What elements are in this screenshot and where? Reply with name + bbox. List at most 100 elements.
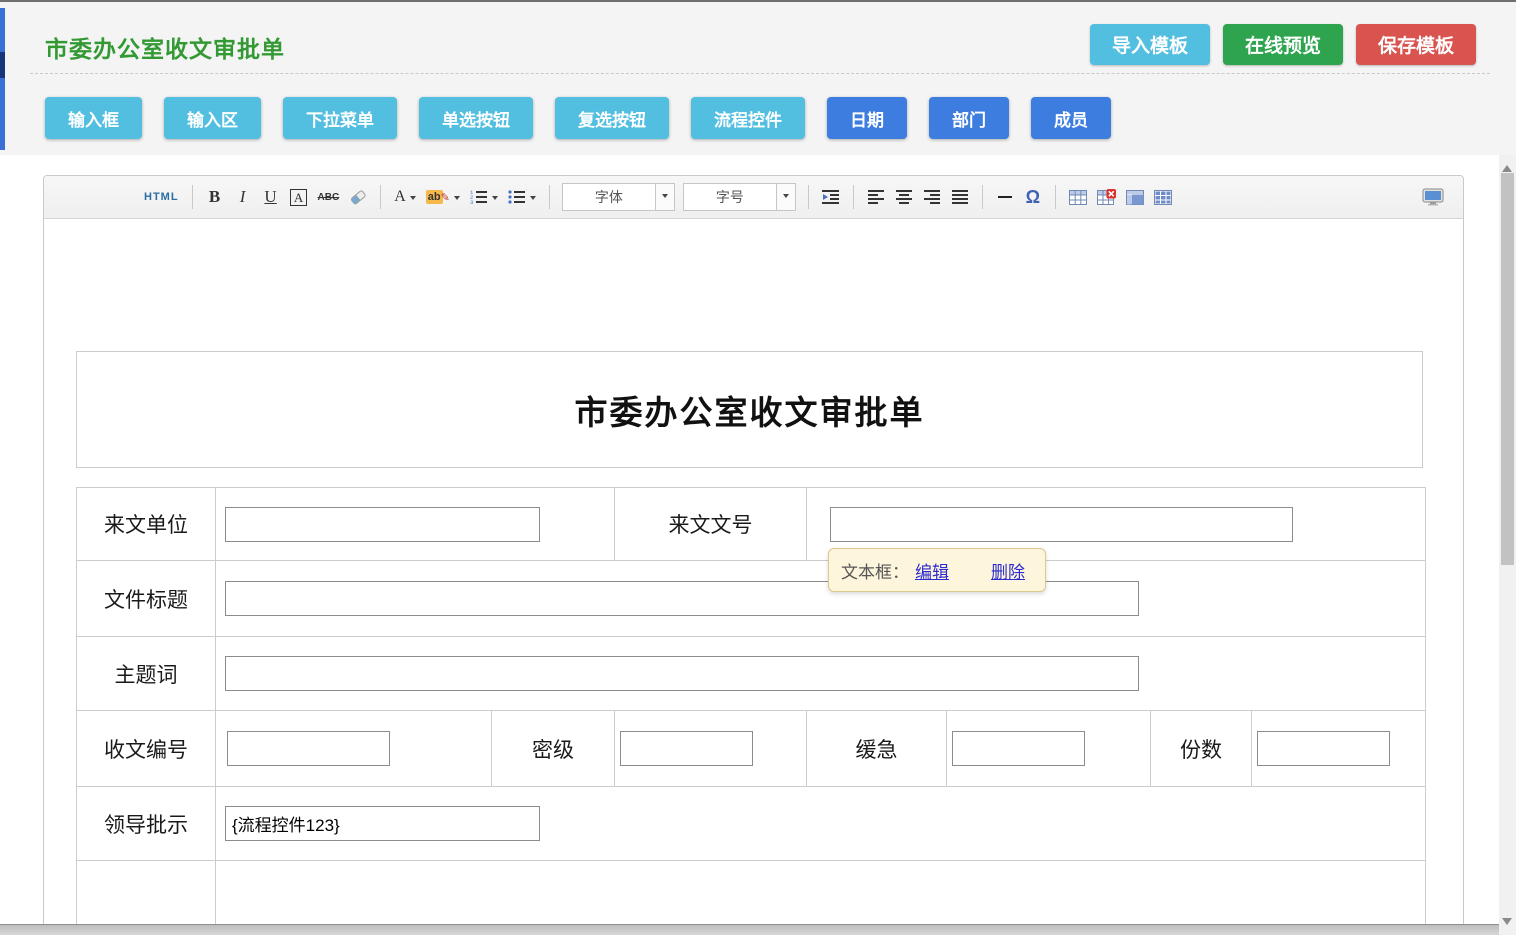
- toolbar-separator: [1055, 185, 1056, 209]
- leader-comments-label: 领导批示: [77, 787, 216, 861]
- font-family-value: 字体: [563, 184, 655, 210]
- form-title: 市委办公室收文审批单: [575, 386, 925, 434]
- underline-icon: U: [264, 187, 276, 207]
- delete-table-button[interactable]: [1095, 184, 1118, 210]
- urgency-input[interactable]: [952, 731, 1085, 766]
- edit-widget-link[interactable]: 编辑: [915, 558, 949, 583]
- full-table-button[interactable]: [1152, 184, 1174, 210]
- table-row: 领导批示: [77, 787, 1426, 861]
- editor-toolbar: HTML B I U A ABC A: [44, 176, 1463, 219]
- align-center-button[interactable]: [893, 184, 915, 210]
- align-left-button[interactable]: [865, 184, 887, 210]
- ordered-list-icon: 123: [470, 189, 488, 205]
- remove-format-button[interactable]: [347, 184, 369, 210]
- doc-title-label: 文件标题: [77, 561, 216, 637]
- font-style-button[interactable]: A: [288, 184, 310, 210]
- copies-input[interactable]: [1257, 731, 1390, 766]
- security-level-input[interactable]: [620, 731, 753, 766]
- header-actions: 导入模板 在线预览 保存模板: [1090, 24, 1476, 65]
- font-color-button[interactable]: A: [392, 184, 418, 210]
- svg-text:3: 3: [470, 199, 473, 205]
- dropdown-arrow[interactable]: [776, 184, 795, 210]
- table-row: 主题词: [77, 637, 1426, 711]
- table-row: 文件标题: [77, 561, 1426, 637]
- full-table-icon: [1154, 190, 1172, 205]
- richtext-editor: HTML B I U A ABC A: [43, 175, 1464, 935]
- dropdown-arrow[interactable]: [655, 184, 674, 210]
- table-cell-properties-icon: [1126, 190, 1144, 205]
- online-preview-button[interactable]: 在线预览: [1223, 24, 1343, 65]
- strikethrough-button[interactable]: ABC: [316, 184, 342, 210]
- add-date-button[interactable]: 日期: [827, 97, 907, 139]
- html-source-icon: HTML: [144, 191, 179, 203]
- table-row: 来文单位 来文文号: [77, 488, 1426, 561]
- widget-type-label: 文本框：: [841, 558, 909, 583]
- editor-canvas[interactable]: 市委办公室收文审批单 来文单位 来文文号 文件标题 主题词 收文: [44, 219, 1463, 935]
- scrollbar-thumb[interactable]: [1501, 173, 1514, 565]
- underline-button[interactable]: U: [260, 184, 282, 210]
- add-checkbox-button[interactable]: 复选按钮: [555, 97, 669, 139]
- save-template-button[interactable]: 保存模板: [1356, 24, 1476, 65]
- incoming-number-label: 来文文号: [615, 488, 807, 561]
- add-department-button[interactable]: 部门: [929, 97, 1009, 139]
- add-dropdown-button[interactable]: 下拉菜单: [283, 97, 397, 139]
- window-top-edge: [0, 0, 1516, 2]
- chevron-down-icon: [783, 194, 789, 201]
- align-right-button[interactable]: [921, 184, 943, 210]
- vertical-scrollbar[interactable]: [1499, 155, 1516, 935]
- indent-button[interactable]: [820, 184, 842, 210]
- table-row: 收文编号 密级 缓急 份数: [77, 711, 1426, 787]
- italic-button[interactable]: I: [232, 184, 254, 210]
- font-color-icon: A: [394, 188, 406, 206]
- scroll-up-arrow-icon[interactable]: [1502, 160, 1512, 172]
- eraser-icon: [349, 189, 367, 205]
- delete-widget-link[interactable]: 删除: [991, 558, 1025, 583]
- incoming-number-input[interactable]: [830, 507, 1293, 542]
- scroll-down-arrow-icon[interactable]: [1502, 918, 1512, 930]
- highlight-color-button[interactable]: ab ✎: [424, 184, 462, 210]
- special-character-button[interactable]: Ω: [1022, 184, 1044, 210]
- left-edge-notch: [0, 52, 5, 78]
- align-left-icon: [868, 190, 884, 204]
- ordered-list-button[interactable]: 123: [468, 184, 500, 210]
- subject-words-input[interactable]: [225, 656, 1139, 691]
- font-size-select[interactable]: 字号: [683, 183, 796, 211]
- table-cell-properties-button[interactable]: [1124, 184, 1146, 210]
- chevron-down-icon: [530, 196, 536, 203]
- urgency-label: 缓急: [807, 711, 947, 787]
- add-flow-widget-button[interactable]: 流程控件: [691, 97, 805, 139]
- unordered-list-button[interactable]: [506, 184, 538, 210]
- incoming-unit-label: 来文单位: [77, 488, 216, 561]
- bold-button[interactable]: B: [204, 184, 226, 210]
- insert-table-icon: [1069, 190, 1087, 205]
- form-template-designer: { "colors": { "title_green": "#339933", …: [0, 0, 1516, 935]
- html-source-button[interactable]: HTML: [142, 184, 181, 210]
- subject-words-label: 主题词: [77, 637, 216, 711]
- form-title-box: 市委办公室收文审批单: [76, 351, 1423, 468]
- add-radio-button[interactable]: 单选按钮: [419, 97, 533, 139]
- toolbar-separator: [853, 185, 854, 209]
- insert-table-button[interactable]: [1067, 184, 1089, 210]
- import-template-button[interactable]: 导入模板: [1090, 24, 1210, 65]
- unordered-list-icon: [508, 189, 526, 205]
- incoming-unit-input[interactable]: [225, 507, 540, 542]
- receipt-number-input[interactable]: [227, 731, 390, 766]
- indent-icon: [822, 189, 840, 205]
- pencil-icon: ✎: [441, 191, 450, 204]
- chevron-down-icon: [662, 194, 668, 201]
- add-member-button[interactable]: 成员: [1031, 97, 1111, 139]
- add-input-box-button[interactable]: 输入框: [45, 97, 142, 139]
- horizontal-scrollbar-track[interactable]: [0, 924, 1499, 935]
- toolbar-separator: [192, 185, 193, 209]
- header-divider: [30, 73, 1490, 74]
- leader-comments-widget-input[interactable]: [225, 806, 540, 841]
- justify-button[interactable]: [949, 184, 971, 210]
- boxed-font-icon: A: [290, 189, 307, 206]
- horizontal-rule-button[interactable]: [994, 184, 1016, 210]
- fullscreen-button[interactable]: [1420, 184, 1446, 210]
- font-size-value: 字号: [684, 184, 776, 210]
- bold-icon: B: [209, 187, 220, 207]
- font-family-select[interactable]: 字体: [562, 183, 675, 211]
- add-textarea-button[interactable]: 输入区: [164, 97, 261, 139]
- widget-tooltip: 文本框： 编辑 删除: [828, 548, 1046, 592]
